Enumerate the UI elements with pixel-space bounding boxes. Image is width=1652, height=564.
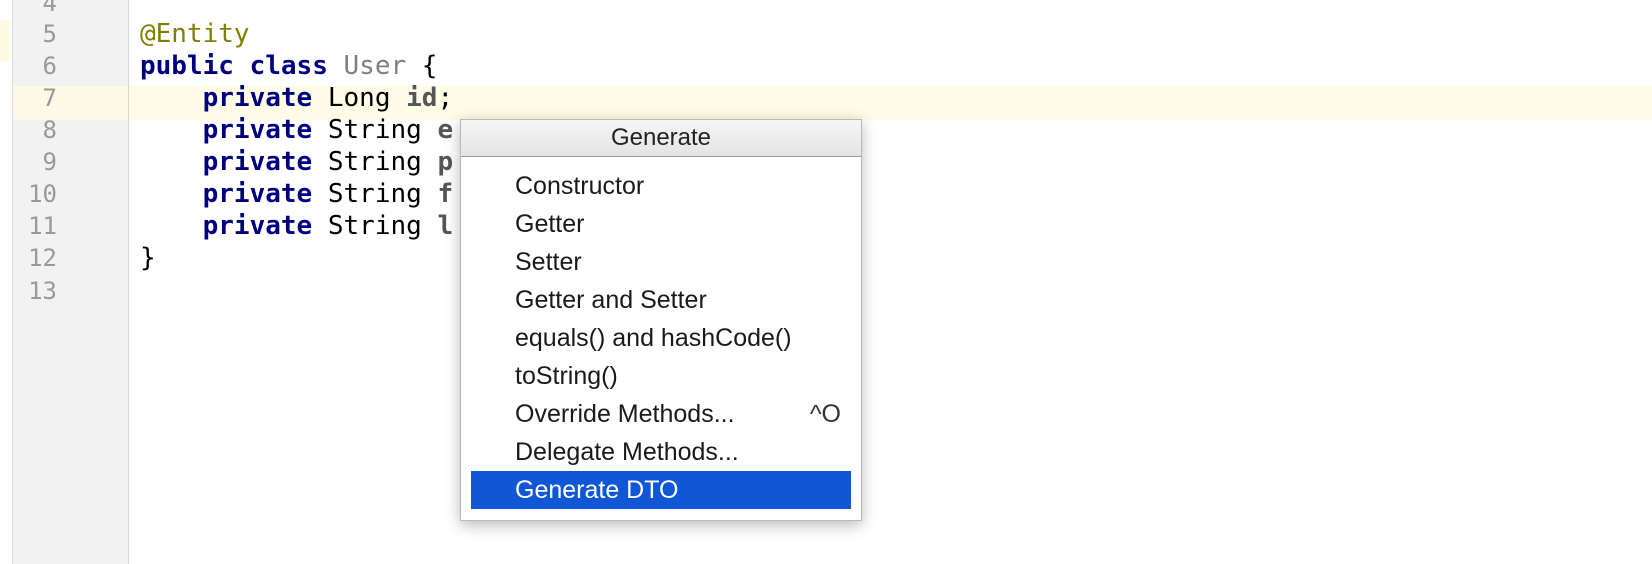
menu-item-label: Generate DTO <box>515 476 679 504</box>
line-number: 5 <box>42 20 57 48</box>
line-number: 8 <box>42 116 57 144</box>
code-line-5[interactable]: @Entity <box>140 17 250 51</box>
keyword: private <box>202 147 313 177</box>
code-line-8[interactable]: private String e <box>140 113 453 147</box>
menu-item-label: Getter <box>515 210 585 238</box>
field-name: f <box>437 179 454 209</box>
keyword: private <box>202 115 313 145</box>
code-line-7[interactable]: private Long id; <box>140 81 453 115</box>
menu-item-label: equals() and hashCode() <box>515 324 792 352</box>
menu-item-setter[interactable]: Setter <box>471 243 851 281</box>
line-number: 13 <box>28 277 57 305</box>
generate-menu: Constructor Getter Setter Getter and Set… <box>461 157 861 509</box>
code-line-12[interactable]: } <box>140 241 156 275</box>
menu-item-label: toString() <box>515 362 618 390</box>
keyword: private <box>202 211 313 241</box>
code-line-11[interactable]: private String l <box>140 209 453 243</box>
field-name: p <box>437 147 454 177</box>
field-name: e <box>437 115 454 145</box>
keyword: class <box>249 51 328 81</box>
annotation: @Entity <box>140 19 250 49</box>
field-name: id <box>406 83 438 113</box>
line-number: 10 <box>28 180 57 208</box>
field-name: l <box>437 211 454 241</box>
line-number: 6 <box>42 52 57 80</box>
menu-item-constructor[interactable]: Constructor <box>471 167 851 205</box>
line-number: 7 <box>42 84 57 112</box>
code-line-6[interactable]: public class User { <box>140 49 437 83</box>
menu-item-label: Getter and Setter <box>515 286 707 314</box>
line-number: 12 <box>28 244 57 272</box>
close-brace: } <box>140 243 156 273</box>
type-name: String <box>327 211 422 241</box>
menu-item-equals-hashcode[interactable]: equals() and hashCode() <box>471 319 851 357</box>
menu-item-label: Constructor <box>515 172 645 200</box>
type-name: String <box>327 147 422 177</box>
menu-item-tostring[interactable]: toString() <box>471 357 851 395</box>
menu-item-getter[interactable]: Getter <box>471 205 851 243</box>
code-line-10[interactable]: private String f <box>140 177 453 211</box>
editor-left-edge <box>0 0 13 564</box>
semicolon: ; <box>437 83 454 113</box>
change-marker <box>0 20 10 62</box>
line-number: 11 <box>28 212 57 240</box>
class-name: User <box>343 51 407 81</box>
type-name: String <box>327 179 422 209</box>
line-number: 9 <box>42 148 57 176</box>
menu-item-label: Delegate Methods... <box>515 438 739 466</box>
code-line-9[interactable]: private String p <box>140 145 453 179</box>
menu-item-label: Setter <box>515 248 582 276</box>
open-brace: { <box>421 51 438 81</box>
type-name: Long <box>327 83 391 113</box>
menu-item-override-methods[interactable]: Override Methods... ^O <box>471 395 851 433</box>
type-name: String <box>327 115 422 145</box>
menu-item-shortcut: ^O <box>809 400 841 428</box>
generate-popup: Generate Constructor Getter Setter Gette… <box>460 119 862 521</box>
keyword: public <box>140 51 234 81</box>
menu-item-label: Override Methods... <box>515 400 735 428</box>
menu-item-generate-dto[interactable]: Generate DTO <box>471 471 851 509</box>
keyword: private <box>202 179 313 209</box>
popup-title: Generate <box>461 120 861 157</box>
menu-item-getter-and-setter[interactable]: Getter and Setter <box>471 281 851 319</box>
keyword: private <box>202 83 313 113</box>
menu-item-delegate-methods[interactable]: Delegate Methods... <box>471 433 851 471</box>
